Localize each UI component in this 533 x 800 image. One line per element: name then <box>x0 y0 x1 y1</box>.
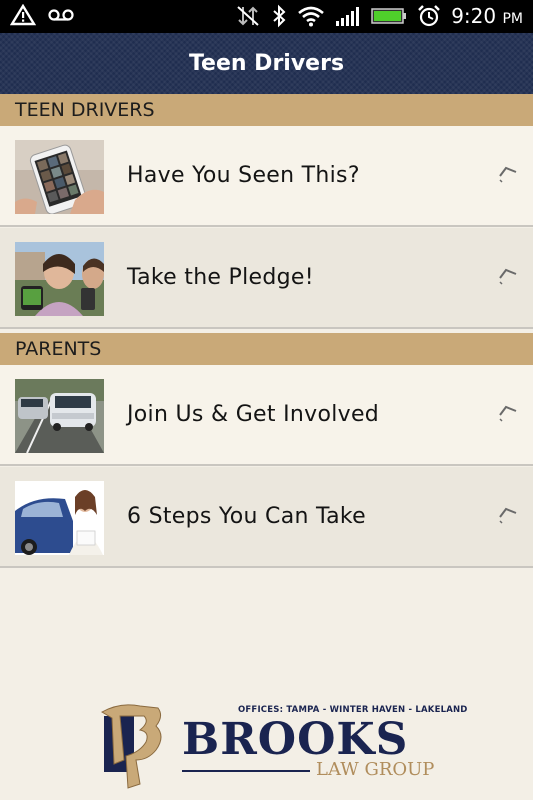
warning-icon <box>9 3 37 30</box>
title-bar: Teen Drivers <box>0 33 533 95</box>
status-time: 9:20 PM <box>451 4 523 28</box>
phone-photo-thumbnail <box>15 140 104 214</box>
list-item-label: Have You Seen This? <box>127 163 360 188</box>
list-item-six-steps[interactable]: 6 Steps You Can Take <box>0 467 533 568</box>
list-item-label: Join Us & Get Involved <box>127 402 380 427</box>
chevron-icon <box>497 403 519 425</box>
logo-divider <box>182 770 310 772</box>
battery-icon <box>371 6 407 30</box>
list-item-join-us[interactable]: Join Us & Get Involved <box>0 365 533 466</box>
brooks-law-group-logo: OFFICES: TAMPA - WINTER HAVEN - LAKELAND… <box>100 700 467 792</box>
bluetooth-icon <box>271 4 287 32</box>
list-item-take-the-pledge[interactable]: Take the Pledge! <box>0 228 533 329</box>
car-crash-photo-thumbnail <box>15 379 104 453</box>
status-bar: 9:20 PM <box>0 0 533 33</box>
alarm-icon <box>417 4 441 32</box>
list-item-label: Take the Pledge! <box>127 265 314 290</box>
section-header-parents: PARENTS <box>0 333 533 365</box>
signal-icon <box>335 5 361 31</box>
list-item-have-you-seen-this[interactable]: Have You Seen This? <box>0 126 533 227</box>
data-off-icon <box>235 4 261 32</box>
section-header-teen-drivers: TEEN DRIVERS <box>0 94 533 126</box>
teens-photo-thumbnail <box>15 242 104 316</box>
voicemail-icon <box>48 7 74 27</box>
chevron-icon <box>497 505 519 527</box>
logo-mark-icon <box>100 700 170 796</box>
logo-subtitle-text: LAW GROUP <box>316 759 435 780</box>
chevron-icon <box>497 164 519 186</box>
wifi-icon <box>297 5 325 31</box>
parent-car-photo-thumbnail <box>15 481 104 555</box>
page-title: Teen Drivers <box>188 51 345 76</box>
list-item-label: 6 Steps You Can Take <box>127 504 366 529</box>
chevron-icon <box>497 266 519 288</box>
logo-name-text: BROOKS <box>182 714 409 765</box>
